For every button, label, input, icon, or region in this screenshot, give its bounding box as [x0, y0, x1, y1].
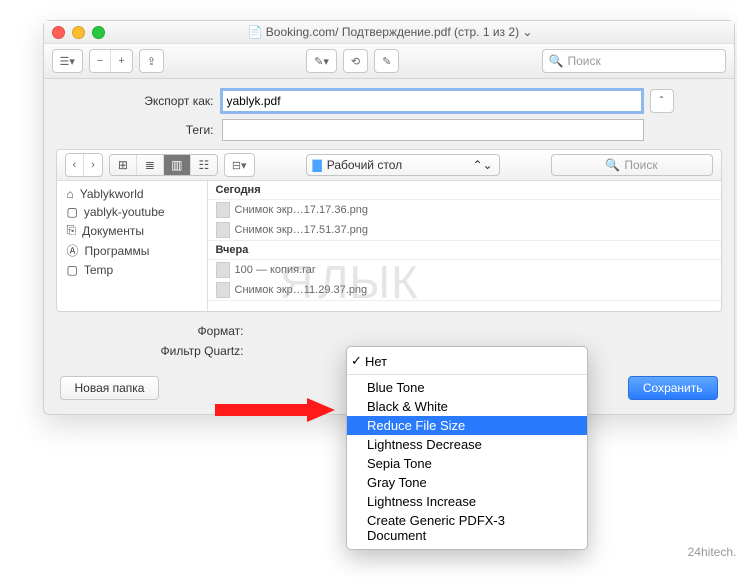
file-icon [216, 282, 230, 298]
export-form: Экспорт как: ˆ Теги: [104, 89, 674, 141]
new-folder-button[interactable]: Новая папка [60, 376, 160, 400]
location-popup[interactable]: ▇ Рабочий стол ⌃⌄ [306, 154, 500, 176]
share-button[interactable]: ⇪ [139, 49, 164, 73]
zoom-icon[interactable] [92, 26, 105, 39]
updown-icon: ⌃⌄ [472, 158, 492, 172]
sidebar-item-apps[interactable]: ⒶПрограммы [57, 240, 207, 261]
tags-input[interactable] [222, 119, 644, 141]
zoom-segment[interactable]: −+ [89, 49, 133, 73]
window-title: 📄 Booking.com/ Подтверждение.pdf (стр. 1… [105, 25, 676, 39]
menu-item[interactable]: Gray Tone [347, 473, 587, 492]
sidebar-item-folder[interactable]: ▢yablyk-youtube [57, 203, 207, 221]
icon-view-icon[interactable]: ⊞ [110, 155, 137, 175]
quartz-filter-label: Фильтр Quartz: [104, 344, 244, 358]
chevron-down-icon[interactable]: ⌄ [522, 25, 532, 39]
minimize-icon[interactable] [72, 26, 85, 39]
folder-icon: ▇ [313, 158, 322, 172]
sidebar-item-documents[interactable]: ⎘Документы [57, 221, 207, 240]
group-today: Сегодня [208, 181, 721, 200]
file-icon [216, 262, 230, 278]
tags-label: Теги: [104, 123, 214, 137]
format-label: Формат: [104, 324, 244, 338]
file-item[interactable]: Снимок экр…17.17.36.png [208, 200, 721, 220]
close-icon[interactable] [52, 26, 65, 39]
menu-item[interactable]: Lightness Decrease [347, 435, 587, 454]
sidebar-toggle[interactable]: ☰▾ [52, 49, 83, 73]
titlebar: 📄 Booking.com/ Подтверждение.pdf (стр. 1… [44, 21, 734, 44]
group-menu[interactable]: ⊟▾ [224, 153, 255, 177]
folder-icon: ▢ [67, 263, 78, 277]
menu-item-selected[interactable]: Reduce File Size [347, 416, 587, 435]
export-as-label: Экспорт как: [104, 94, 214, 108]
column-view-icon[interactable]: ▥ [164, 155, 191, 175]
rotate-button[interactable]: ⟲ [343, 49, 368, 73]
folder-icon: ▢ [67, 205, 78, 219]
doc-icon: ⎘ [67, 223, 77, 238]
source-attribution: 24hitech.ru [688, 545, 737, 559]
group-yesterday: Вчера [208, 241, 721, 260]
view-mode-segment[interactable]: ⊞ ≣ ▥ ☷ [109, 154, 218, 176]
browser-toolbar: ‹› ⊞ ≣ ▥ ☷ ⊟▾ ▇ Рабочий стол ⌃⌄ 🔍 Поиск [57, 150, 721, 181]
file-icon [216, 202, 230, 218]
file-browser: ‹› ⊞ ≣ ▥ ☷ ⊟▾ ▇ Рабочий стол ⌃⌄ 🔍 Поиск [56, 149, 722, 312]
document-icon: 📄 [248, 25, 266, 39]
list-view-icon[interactable]: ≣ [137, 155, 164, 175]
markup-button[interactable]: ✎ [374, 49, 399, 73]
app-icon: Ⓐ [67, 242, 79, 259]
menu-item[interactable]: ✓Нет [347, 351, 587, 371]
menu-item[interactable]: Create Generic PDFX-3 Document [347, 511, 587, 545]
home-icon: ⌂ [67, 187, 74, 201]
search-placeholder: Поиск [567, 54, 600, 68]
quartz-filter-dropdown[interactable]: ✓Нет Blue Tone Black & White Reduce File… [346, 346, 588, 550]
gallery-view-icon[interactable]: ☷ [191, 155, 217, 175]
browser-search[interactable]: 🔍 Поиск [551, 154, 713, 176]
filename-input[interactable] [222, 90, 642, 112]
menu-item[interactable]: Sepia Tone [347, 454, 587, 473]
window-controls [52, 26, 105, 39]
app-search[interactable]: 🔍 Поиск [542, 49, 726, 73]
sidebar: ⌂Yablykworld ▢yablyk-youtube ⎘Документы … [57, 181, 208, 311]
menu-item[interactable]: Blue Tone [347, 378, 587, 397]
file-list: Сегодня Снимок экр…17.17.36.png Снимок э… [208, 181, 721, 311]
browser-search-placeholder: Поиск [624, 158, 657, 172]
menu-item[interactable]: Black & White [347, 397, 587, 416]
annotate-button[interactable]: ✎▾ [306, 49, 337, 73]
sidebar-item-temp[interactable]: ▢Temp [57, 261, 207, 279]
check-icon: ✓ [351, 353, 365, 369]
location-label: Рабочий стол [327, 158, 468, 172]
collapse-button[interactable]: ˆ [650, 89, 674, 113]
sidebar-item-home[interactable]: ⌂Yablykworld [57, 185, 207, 203]
save-button[interactable]: Сохранить [628, 376, 718, 400]
file-icon [216, 222, 230, 238]
menu-item[interactable]: Lightness Increase [347, 492, 587, 511]
nav-back-forward[interactable]: ‹› [65, 153, 103, 177]
annotation-arrow [215, 398, 335, 422]
search-icon: 🔍 [549, 54, 564, 68]
app-toolbar: ☰▾ −+ ⇪ ✎▾ ⟲ ✎ 🔍 Поиск [44, 44, 734, 79]
file-item[interactable]: Снимок экр…11.29.37.png [208, 280, 721, 300]
search-icon: 🔍 [605, 158, 620, 172]
file-item[interactable]: Снимок экр…17.51.37.png [208, 220, 721, 240]
file-item[interactable]: 100 — копия.rar [208, 260, 721, 280]
